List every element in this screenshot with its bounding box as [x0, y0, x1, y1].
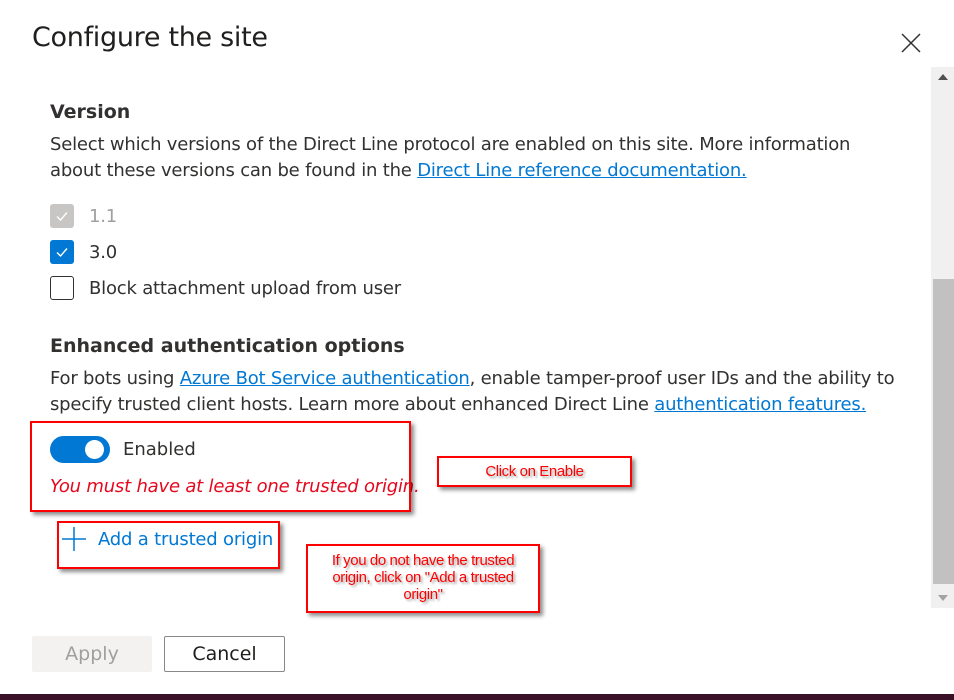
hint-line-3: origin" [403, 586, 443, 603]
arrow-up-icon [937, 74, 948, 80]
authentication-features-link[interactable]: authentication features. [654, 394, 866, 415]
enhanced-auth-desc-middle: , enable tamper-proof user IDs and the a… [469, 368, 895, 389]
azure-bot-service-auth-link[interactable]: Azure Bot Service authentication [180, 368, 470, 389]
version-1-1-checkbox[interactable] [50, 204, 74, 228]
block-attachment-checkbox[interactable] [50, 276, 74, 300]
checkmark-icon [56, 248, 68, 258]
apply-button[interactable]: Apply [32, 636, 152, 672]
arrow-down-icon [937, 595, 948, 601]
version-3-0-label: 3.0 [89, 241, 118, 263]
cancel-button[interactable]: Cancel [164, 636, 285, 672]
bottom-edge-bar [0, 694, 954, 700]
enhanced-auth-description: For bots using Azure Bot Service authent… [50, 366, 910, 418]
version-1-1-option[interactable]: 1.1 [50, 203, 117, 229]
close-button[interactable] [898, 30, 924, 56]
version-description-line1: Select which versions of the Direct Line… [50, 134, 851, 155]
annotation-box-toggle [30, 421, 411, 512]
hint-line-2: origin, click on "Add a trusted [332, 569, 514, 586]
vertical-scrollbar[interactable] [931, 67, 954, 608]
version-section: Version Select which versions of the Dir… [50, 101, 910, 184]
annotation-click-enable-text: Click on Enable [485, 463, 584, 480]
version-description: Select which versions of the Direct Line… [50, 132, 910, 184]
scroll-up-button[interactable] [931, 67, 954, 87]
annotation-add-origin-hint-text: If you do not have the trusted origin, c… [306, 552, 540, 603]
version-3-0-checkbox[interactable] [50, 240, 74, 264]
checkmark-icon [56, 212, 68, 222]
direct-line-reference-link[interactable]: Direct Line reference documentation. [417, 160, 747, 181]
block-attachment-label: Block attachment upload from user [89, 277, 401, 299]
version-3-0-option[interactable]: 3.0 [50, 239, 117, 265]
enhanced-auth-desc-line2: specify trusted client hosts. Learn more… [50, 394, 655, 415]
scrollbar-thumb[interactable] [933, 279, 954, 584]
hint-line-1: If you do not have the trusted [331, 552, 515, 569]
version-description-line2: about these versions can be found in the [50, 160, 418, 181]
dialog-title: Configure the site [32, 22, 268, 53]
close-icon [901, 33, 921, 53]
annotation-box-add-origin [57, 521, 280, 569]
enhanced-auth-heading: Enhanced authentication options [50, 335, 405, 357]
version-heading: Version [50, 101, 131, 123]
version-1-1-label: 1.1 [89, 205, 118, 227]
enhanced-auth-desc-prefix: For bots using [50, 368, 180, 389]
enhanced-auth-section: Enhanced authentication options For bots… [50, 335, 910, 418]
scroll-down-button[interactable] [931, 588, 954, 608]
block-attachment-option[interactable]: Block attachment upload from user [50, 275, 401, 301]
